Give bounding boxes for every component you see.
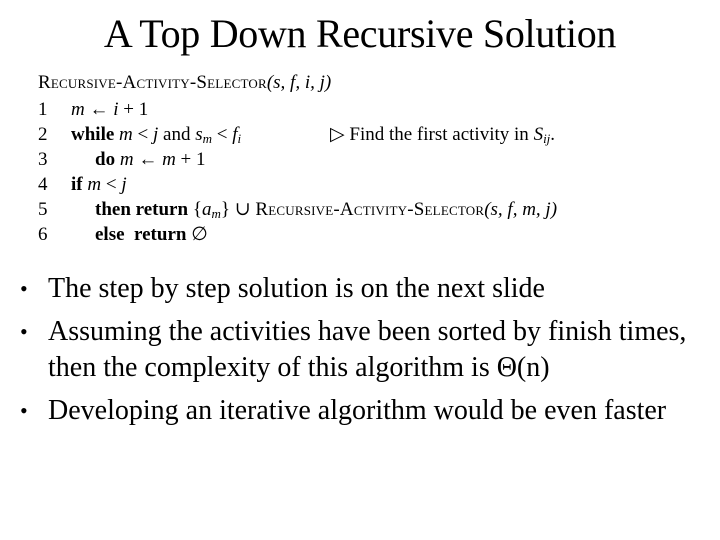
bullet-dot-icon: • xyxy=(20,318,28,344)
var-m: m xyxy=(119,124,133,145)
assign-arrow: ← xyxy=(133,149,163,170)
op-and: and xyxy=(158,124,196,145)
line-body: else return ∅ xyxy=(95,222,208,247)
bullet-item: • Developing an iterative algorithm woul… xyxy=(20,393,710,430)
bullet-item: • The step by step solution is on the ne… xyxy=(20,271,710,308)
var-j: j xyxy=(121,174,127,195)
var-s: s xyxy=(195,124,203,145)
expr-tail: + 1 xyxy=(118,99,149,120)
procedure-name: Recursive-Activity-Selector xyxy=(38,72,267,93)
slide-title: A Top Down Recursive Solution xyxy=(103,11,617,56)
op-lt: < xyxy=(132,124,153,145)
comment-marker-icon: ▷ xyxy=(330,124,345,145)
keyword-if: if xyxy=(71,174,83,195)
line-number: 6 xyxy=(38,224,48,245)
line-number: 2 xyxy=(38,124,48,145)
line-body: then return {am} ∪ Recursive-Activity-Se… xyxy=(95,197,557,222)
subscript: m xyxy=(202,131,212,146)
var-S: S xyxy=(533,124,544,145)
procedure-signature: Recursive-Activity-Selector(s, f, i, j) xyxy=(38,70,698,97)
recursive-call-params: (s, f, m, j) xyxy=(484,199,558,220)
var-a: a xyxy=(201,199,212,220)
recursive-call-name: Recursive-Activity-Selector xyxy=(255,199,485,220)
line-number: 1 xyxy=(38,99,48,120)
bullet-dot-icon: • xyxy=(20,397,28,423)
line-number: 3 xyxy=(38,149,48,170)
code-line-6: 6 else return ∅ xyxy=(38,222,698,247)
bullet-text: The step by step solution is on the next… xyxy=(48,273,545,304)
set-open: { xyxy=(188,199,202,220)
var-m: m xyxy=(71,99,85,120)
line-number: 4 xyxy=(38,174,48,195)
code-line-4: 4 if m < j xyxy=(38,172,698,197)
comment-end: . xyxy=(550,124,556,145)
bullet-item: • Assuming the activities have been sort… xyxy=(20,314,710,387)
line-body: do m ← m + 1 xyxy=(95,147,206,172)
var-m: m xyxy=(119,149,134,170)
keyword-while: while xyxy=(71,124,115,145)
op-lt: < xyxy=(101,174,122,195)
procedure-params: (s, f, i, j) xyxy=(266,72,332,93)
comment-text: Find the first activity in xyxy=(344,124,534,145)
op-lt: < xyxy=(212,124,233,145)
keyword-else-return: else return xyxy=(95,224,187,245)
code-line-2: 2 while m < j and sm < fi ▷ Find the fir… xyxy=(38,122,698,147)
expr-tail: + 1 xyxy=(175,149,206,170)
code-line-1: 1 m ← i + 1 xyxy=(38,97,698,122)
code-line-3: 3 do m ← m + 1 xyxy=(38,147,698,172)
subscript: i xyxy=(237,131,242,146)
bullet-text: Developing an iterative algorithm would … xyxy=(48,394,667,426)
line-body: while m < j and sm < fi xyxy=(71,122,241,147)
keyword-do: do xyxy=(95,149,116,170)
set-union: } ∪ xyxy=(220,199,256,220)
code-line-5: 5 then return {am} ∪ Recursive-Activity-… xyxy=(38,197,698,222)
line-number: 5 xyxy=(38,199,48,220)
bullet-text: Assuming the activities have been sorted… xyxy=(48,315,687,384)
code-comment: ▷ Find the first activity in Sij. xyxy=(330,122,555,147)
subscript: m xyxy=(211,206,221,221)
pseudocode-block: Recursive-Activity-Selector(s, f, i, j) … xyxy=(38,70,698,247)
empty-set-symbol: ∅ xyxy=(186,224,208,245)
var-m: m xyxy=(87,174,102,195)
line-body: if m < j xyxy=(71,172,127,197)
line-body: m ← i + 1 xyxy=(71,97,148,122)
var-m: m xyxy=(162,149,176,170)
keyword-then-return: then return xyxy=(95,199,189,220)
bullet-list: • The step by step solution is on the ne… xyxy=(20,271,710,429)
assign-arrow: ← xyxy=(84,99,114,120)
bullet-dot-icon: • xyxy=(20,276,28,301)
